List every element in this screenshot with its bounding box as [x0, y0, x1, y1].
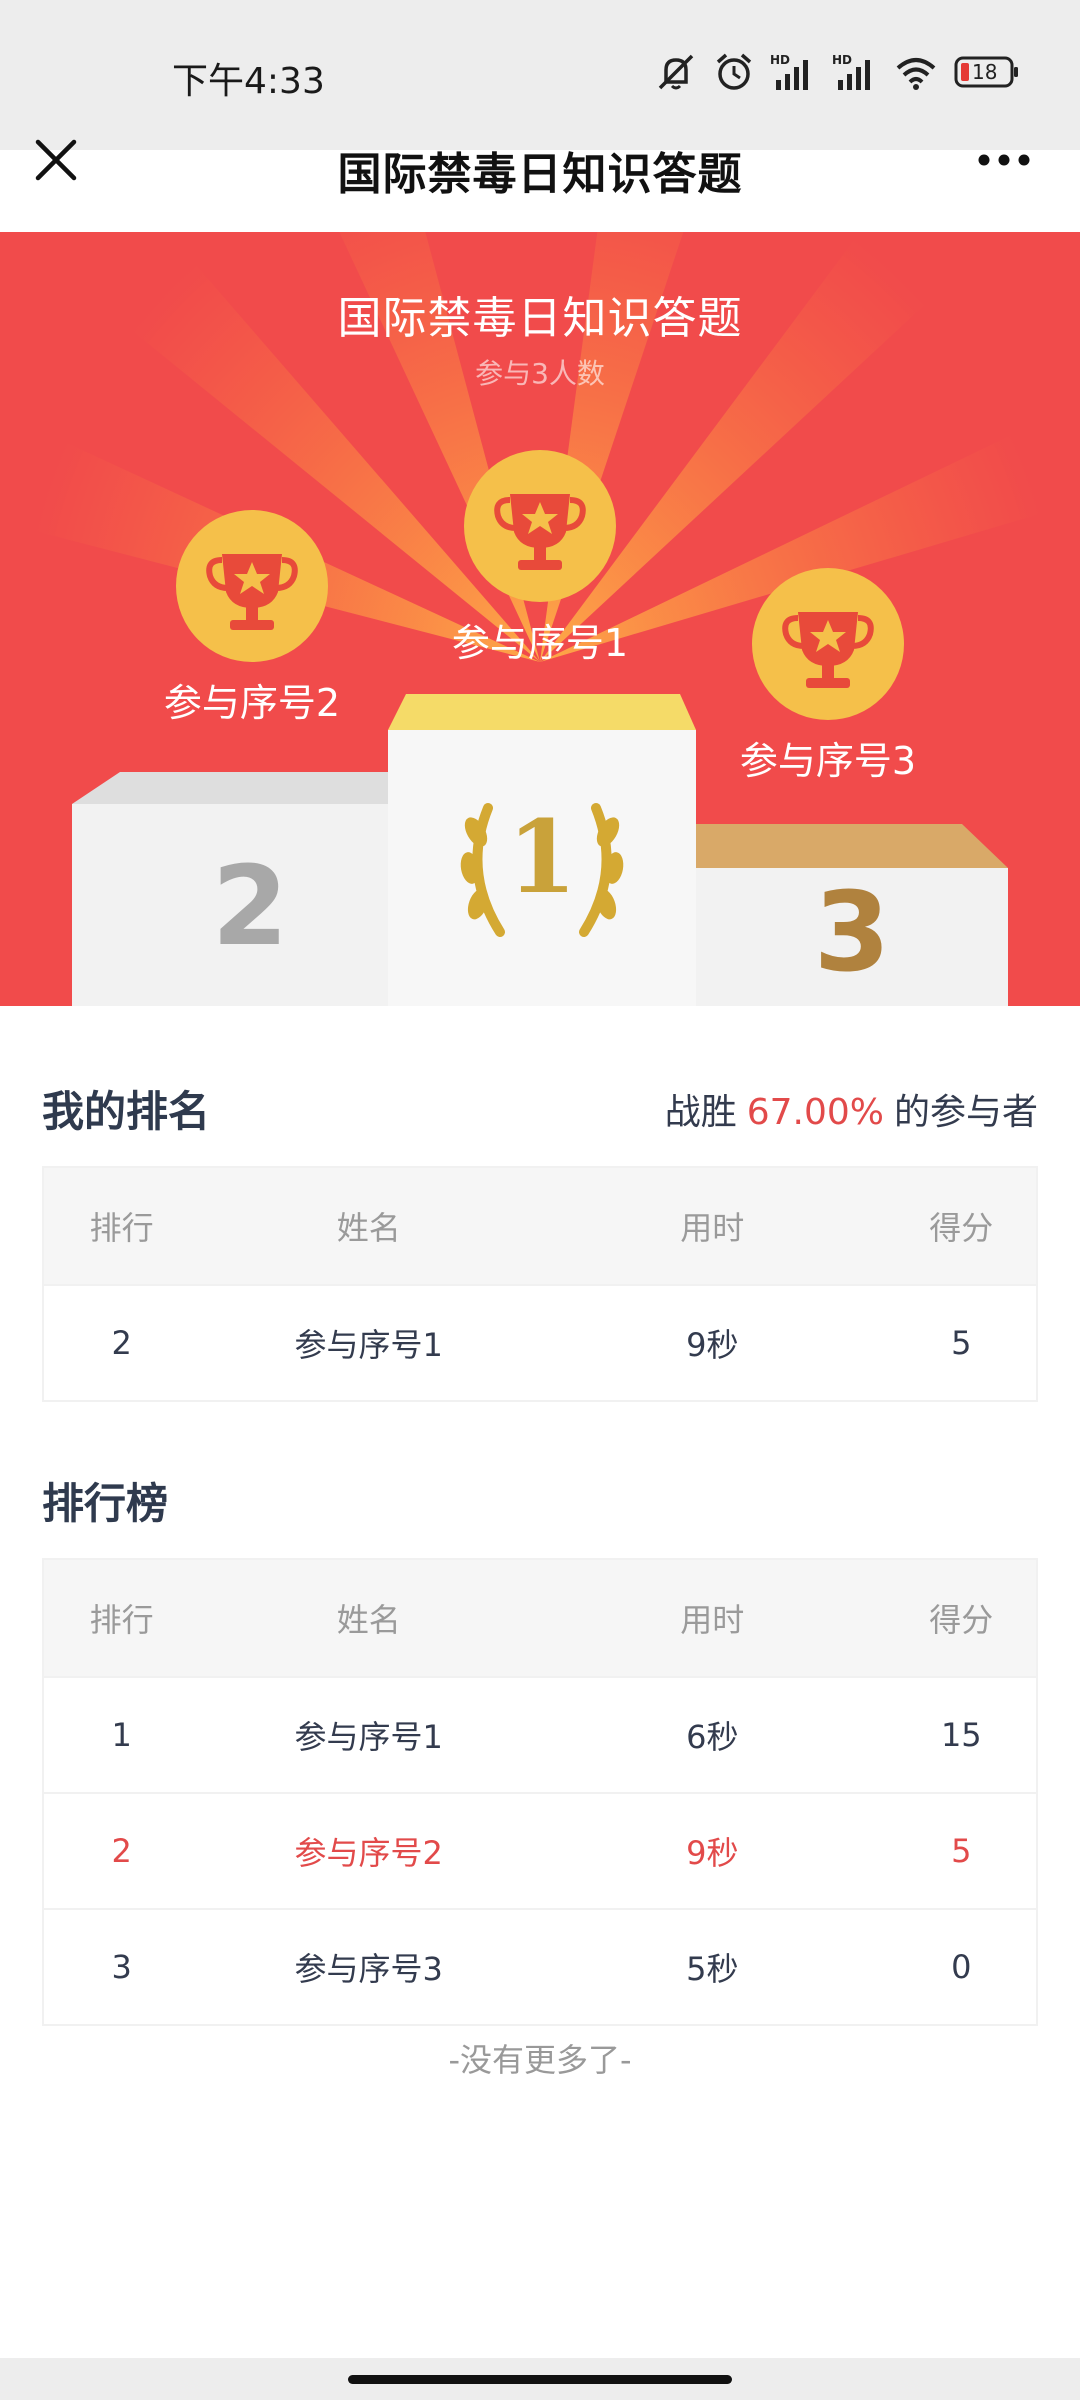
leaderboard-table: 排行 姓名 用时 得分 1 参与序号1 6秒 15 2 参与序号2 9秒 5 3…	[42, 1558, 1038, 2026]
table-row: 2 参与序号1 9秒 5	[44, 1284, 1036, 1400]
header-rank: 排行	[89, 1601, 154, 1639]
home-indicator[interactable]	[348, 2375, 732, 2384]
leaderboard-header: 排行榜	[42, 1470, 1038, 1531]
cell-name: 参与序号1	[294, 1326, 443, 1364]
wifi-icon	[896, 58, 936, 90]
svg-text:HD: HD	[770, 53, 790, 67]
podium-number-3: 3	[813, 868, 891, 996]
header-time: 用时	[680, 1601, 745, 1639]
trophy-icon-second	[176, 510, 328, 662]
svg-text:HD: HD	[832, 53, 852, 67]
my-rank-table: 排行 姓名 用时 得分 2 参与序号1 9秒 5	[42, 1166, 1038, 1402]
status-time: 下午4:33	[172, 61, 325, 102]
cell-score: 5	[951, 1832, 972, 1870]
my-rank-title: 我的排名	[42, 1087, 211, 1136]
podium-number-2: 2	[211, 842, 289, 970]
header-score: 得分	[929, 1601, 994, 1639]
battery-level: 18	[972, 60, 998, 84]
battery-icon: 18	[954, 56, 1020, 88]
more-icon[interactable]	[976, 150, 1032, 170]
win-stat: 战胜 67.00% 的参与者	[665, 1083, 1038, 1135]
table-header: 排行 姓名 用时 得分	[44, 1168, 1036, 1284]
cell-name: 参与序号3	[294, 1950, 443, 1988]
cell-time: 9秒	[686, 1834, 739, 1872]
status-icons: HD HD 18	[654, 50, 1020, 94]
header-rank: 排行	[89, 1209, 154, 1247]
participant-count: 参与3人数	[475, 357, 605, 390]
trophy-icon-first	[464, 450, 616, 602]
second-place-name: 参与序号2	[163, 681, 341, 725]
third-place-name: 参与序号3	[739, 739, 917, 783]
header-name: 姓名	[336, 1601, 401, 1639]
leaderboard-title: 排行榜	[42, 1479, 169, 1528]
cell-rank: 2	[111, 1832, 132, 1870]
mute-icon	[658, 54, 694, 90]
cell-time: 5秒	[686, 1950, 739, 1988]
win-stat-percent: 67.00%	[746, 1091, 884, 1133]
header-name: 姓名	[336, 1209, 401, 1247]
table-header: 排行 姓名 用时 得分	[44, 1560, 1036, 1676]
win-stat-suffix: 的参与者	[893, 1091, 1038, 1133]
trophy-icon-third	[752, 568, 904, 720]
hd-signal-icon: HD	[770, 53, 808, 90]
cell-rank: 3	[111, 1948, 132, 1986]
cell-rank: 1	[111, 1716, 132, 1754]
cell-time: 9秒	[686, 1326, 739, 1364]
podium-number-1: 1	[507, 798, 577, 916]
cell-score: 5	[951, 1324, 972, 1362]
hero-title: 国际禁毒日知识答题	[337, 293, 743, 344]
page-title: 国际禁毒日知识答题	[337, 149, 743, 200]
hd-signal-icon: HD	[832, 53, 870, 90]
cell-name: 参与序号1	[294, 1718, 443, 1756]
list-end-text: -没有更多了-	[448, 2041, 632, 2079]
win-stat-prefix: 战胜	[664, 1091, 737, 1133]
hero-banner: 1 2 3 国际禁毒日知识答题 参与3人数 参与序号1 参与序号2 参与序号3	[0, 232, 1080, 1006]
cell-time: 6秒	[686, 1718, 739, 1756]
cell-score: 15	[940, 1716, 982, 1754]
cell-name: 参与序号2	[294, 1834, 443, 1872]
first-place-name: 参与序号1	[451, 621, 629, 665]
table-row: 1 参与序号1 6秒 15	[44, 1676, 1036, 1792]
cell-rank: 2	[111, 1324, 132, 1362]
header-time: 用时	[680, 1209, 745, 1247]
my-rank-header: 我的排名 战胜 67.00% 的参与者	[42, 1078, 1038, 1139]
header-score: 得分	[929, 1209, 994, 1247]
status-bar: 下午4:33 HD HD 18	[0, 0, 1080, 150]
table-row-current-user: 2 参与序号2 9秒 5	[44, 1792, 1036, 1908]
table-row: 3 参与序号3 5秒 0	[44, 1908, 1036, 2024]
alarm-icon	[716, 53, 752, 90]
cell-score: 0	[951, 1948, 972, 1986]
